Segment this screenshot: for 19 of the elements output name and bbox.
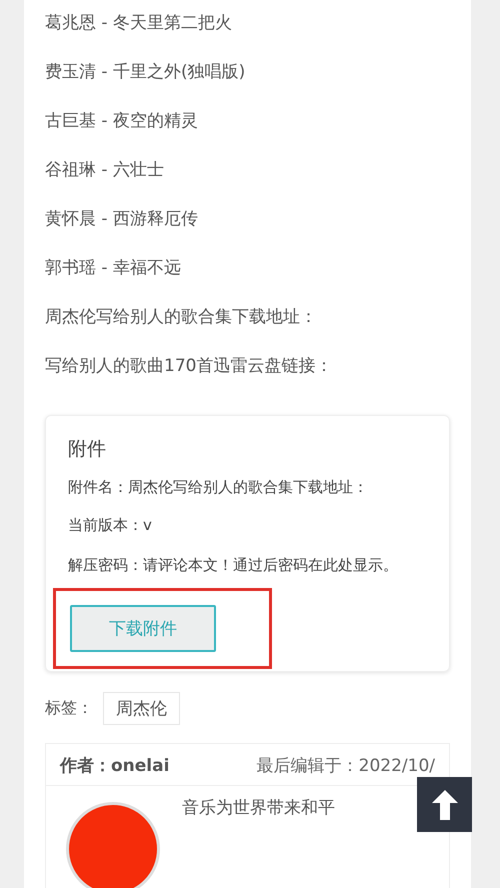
tags-label: 标签：: [45, 698, 93, 719]
author-bio: 音乐为世界带来和平: [182, 797, 335, 820]
attachment-info: 当前版本：v: [68, 515, 153, 536]
song-line: 周杰伦写给别人的歌合集下载地址：: [45, 306, 318, 328]
author-name: 作者：onelai: [60, 755, 170, 777]
song-line: 谷祖琳 - 六壮士: [45, 159, 165, 181]
back-to-top-button[interactable]: [417, 777, 472, 832]
attachment-info: 附件名：周杰伦写给别人的歌合集下载地址：: [68, 477, 369, 498]
song-line: 郭书瑶 - 幸福不远: [45, 257, 182, 279]
up-arrow-icon: [432, 790, 458, 820]
song-line: 黄怀晨 - 西游释厄传: [45, 208, 199, 230]
tag-link[interactable]: 周杰伦: [103, 692, 180, 725]
edited-date: 最后编辑于：2022/10/: [256, 755, 435, 777]
song-line: 写给别人的歌曲170首迅雷云盘链接：: [45, 355, 334, 377]
attachment-title: 附件: [68, 437, 107, 462]
song-line: 古巨基 - 夜空的精灵: [45, 110, 199, 132]
song-line: 费玉清 - 千里之外(独唱版): [45, 61, 246, 83]
attachment-info: 解压密码：请评论本文！通过后密码在此处显示。: [68, 555, 399, 576]
song-line: 葛兆恩 - 冬天里第二把火: [45, 12, 233, 34]
